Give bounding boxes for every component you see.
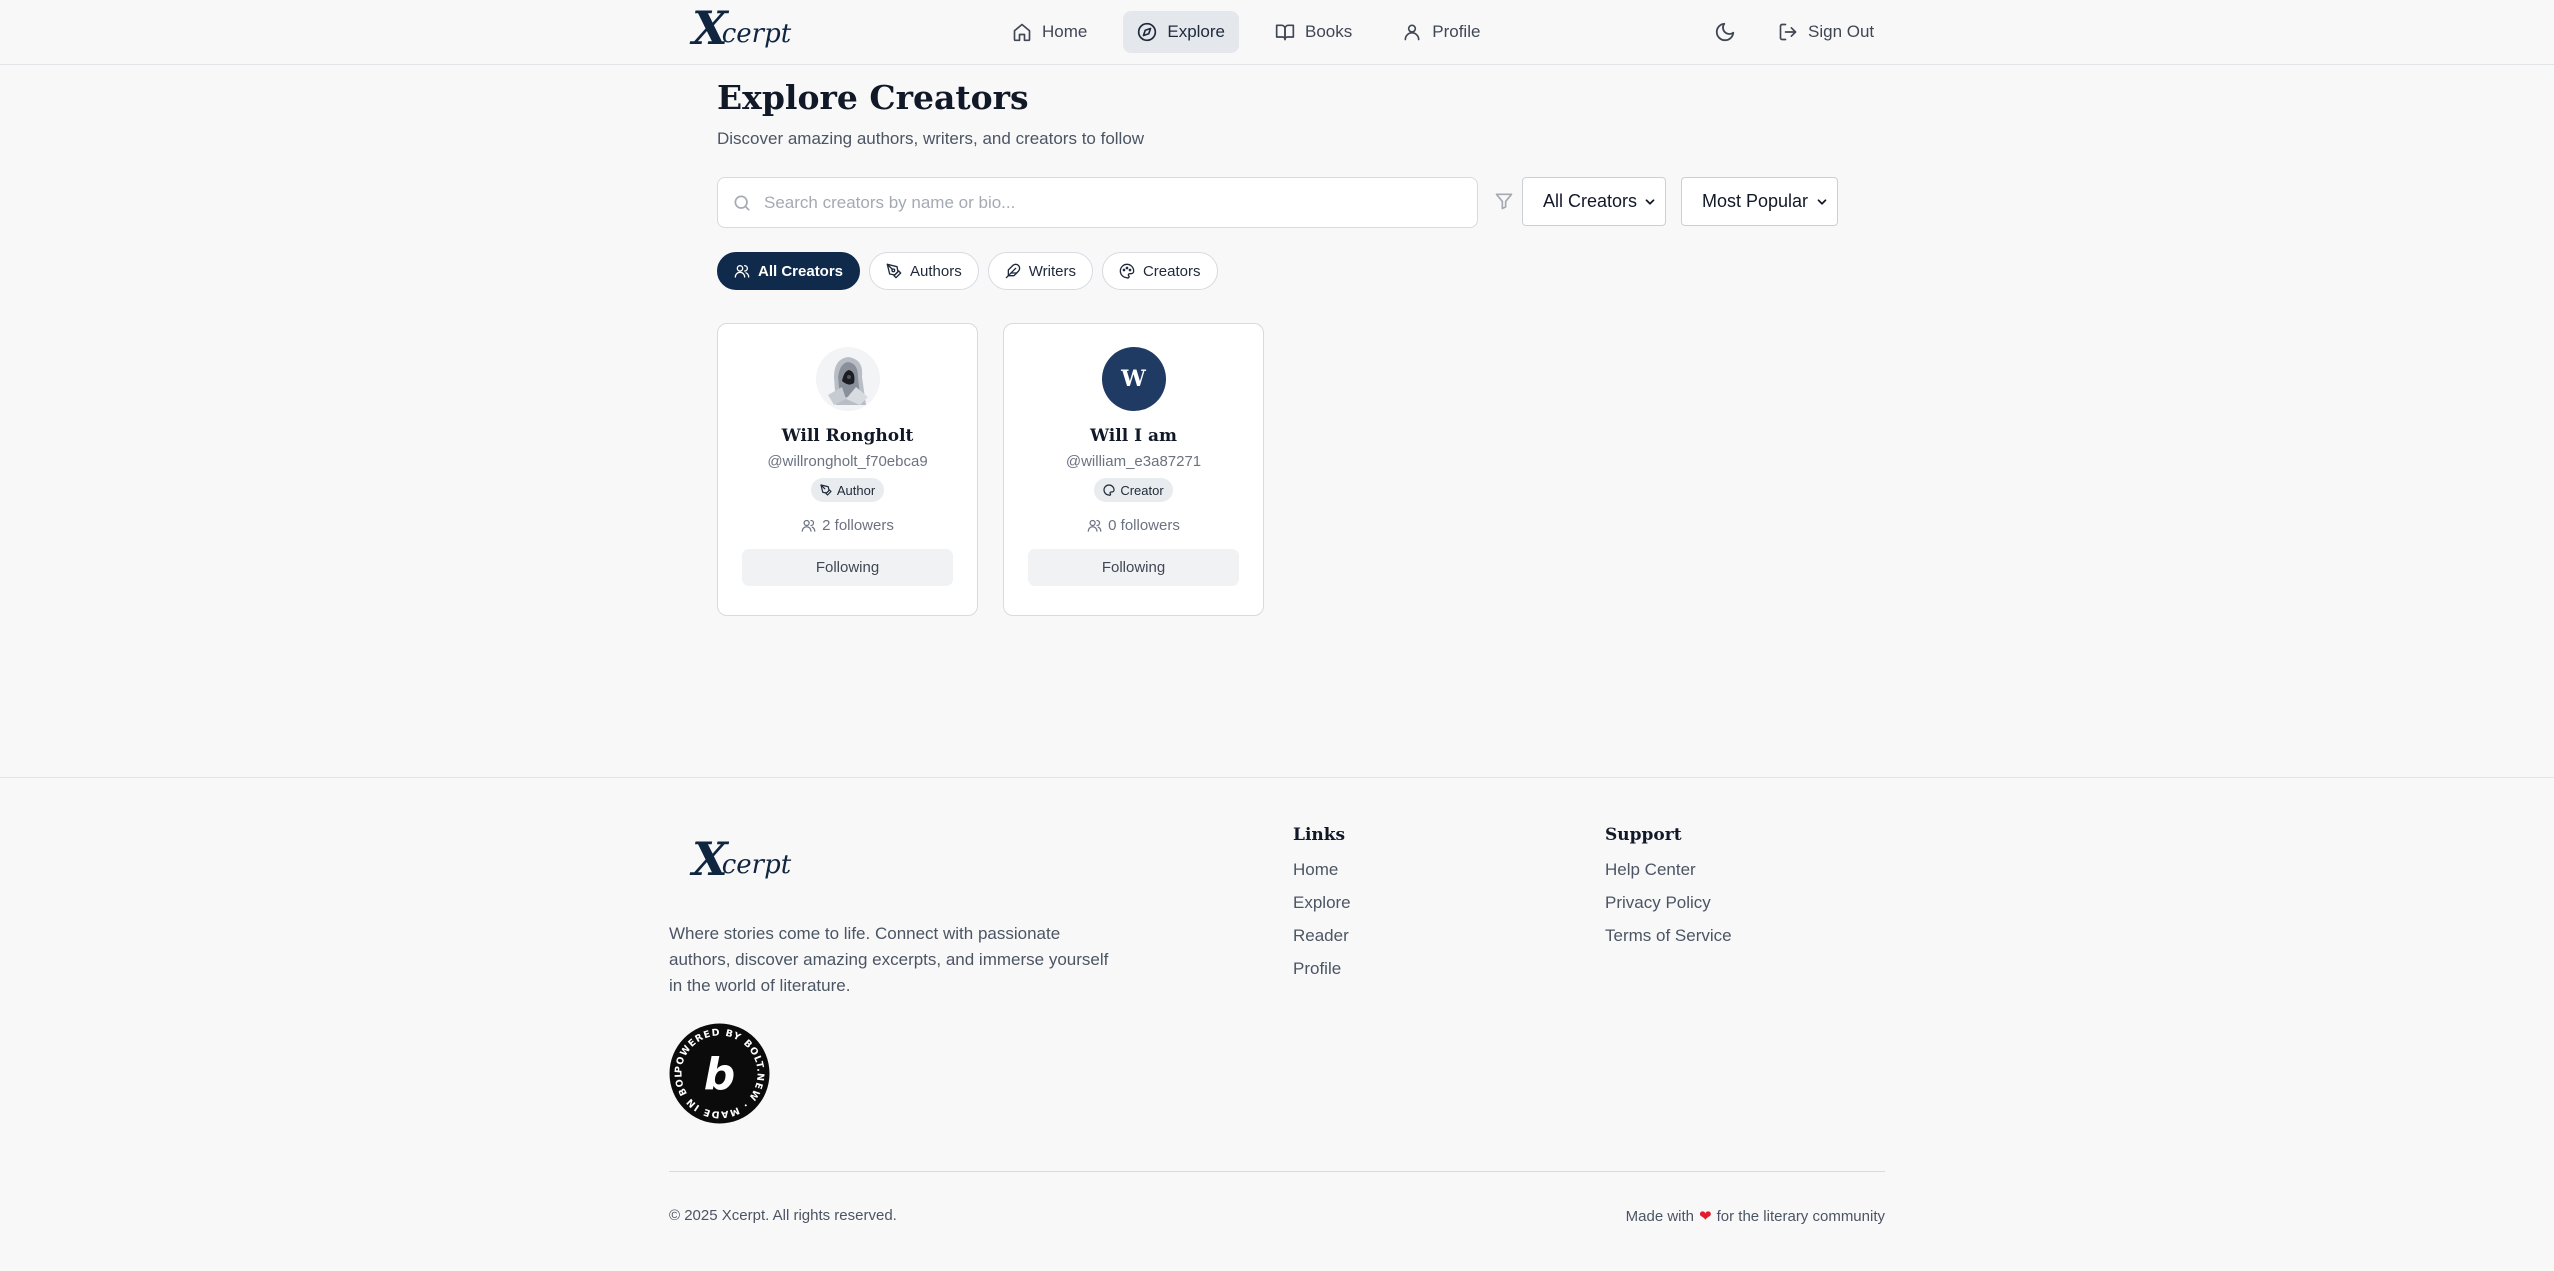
xcerpt-logo[interactable]: X cerpt [692,5,791,51]
users-icon [734,263,750,279]
footer-link-explore[interactable]: Explore [1293,893,1351,913]
sort-select[interactable]: Most Popular [1681,177,1838,226]
palette-icon [1119,263,1135,279]
xcerpt-logo: X cerpt [692,836,791,882]
logo-text: cerpt [721,850,792,880]
search-icon [732,193,752,213]
made-with-text: Made with ❤ for the literary community [1625,1207,1885,1226]
footer-link-privacy-policy[interactable]: Privacy Policy [1605,893,1732,913]
creator-name[interactable]: Will Rongholt [782,426,914,446]
nav-home-label: Home [1042,22,1088,41]
footer-divider [669,1171,1885,1172]
nav-home[interactable]: Home [998,11,1101,53]
nav-explore-label: Explore [1167,22,1225,41]
sign-out-button[interactable]: Sign Out [1774,11,1878,53]
book-open-icon [1275,22,1295,42]
footer-links-column: Links Home Explore Reader Profile [1293,825,1351,992]
follower-count: 2 followers [801,517,894,534]
top-navbar: X cerpt Home Explore Books Profile Sign … [0,0,2554,65]
main-nav: Home Explore Books Profile [998,11,1494,53]
search-input[interactable] [764,192,1477,213]
chip-writers[interactable]: Writers [987,252,1093,290]
search-field[interactable] [717,177,1478,228]
following-button[interactable]: Following [1028,549,1239,586]
user-icon [1402,22,1422,42]
footer-links-heading: Links [1293,825,1346,845]
nav-profile[interactable]: Profile [1388,11,1494,53]
chip-label: Creators [1142,262,1201,280]
creator-type-value: All Creators [1543,191,1638,211]
nav-explore[interactable]: Explore [1123,11,1239,53]
made-with-prefix: Made with [1625,1207,1695,1225]
follower-count: 0 followers [1087,517,1180,534]
site-footer: X cerpt Where stories come to life. Conn… [0,777,2554,1271]
role-label: Author [836,482,876,498]
nav-books[interactable]: Books [1261,11,1366,53]
page-subtitle: Discover amazing authors, writers, and c… [717,129,1145,148]
creator-grid: Will Rongholt @willrongholt_f70ebca9 Aut… [717,323,1264,616]
creator-handle: @william_e3a87271 [1065,453,1202,470]
logo-text: cerpt [721,19,792,49]
chip-label: Authors [910,262,962,280]
feather-icon [1005,263,1021,279]
role-badge: Author [810,478,885,502]
users-icon [1087,518,1102,533]
chip-label: Writers [1028,262,1076,280]
footer-link-home[interactable]: Home [1293,860,1351,880]
chip-creators[interactable]: Creators [1101,252,1218,290]
users-icon [801,518,816,533]
compass-icon [1137,22,1157,42]
follower-count-label: 0 followers [1108,517,1180,534]
category-chips: All Creators Authors Writers Creators [717,252,1218,290]
sort-value: Most Popular [1702,191,1809,211]
heart-icon: ❤ [1699,1208,1712,1225]
filter-icon [1494,191,1514,211]
chip-label: All Creators [758,262,844,280]
nav-books-label: Books [1305,22,1353,41]
pen-nib-icon [886,263,902,279]
bolt-badge-letter: b [704,1049,736,1100]
footer-support-column: Support Help Center Privacy Policy Terms… [1605,825,1732,959]
sign-out-label: Sign Out [1808,22,1875,41]
footer-link-reader[interactable]: Reader [1293,926,1351,946]
role-badge: Creator [1094,478,1173,502]
creator-card[interactable]: W Will I am @william_e3a87271 Creator 0 … [1003,323,1264,616]
log-out-icon [1778,22,1798,42]
creator-handle: @willrongholt_f70ebca9 [767,453,928,470]
footer-link-help-center[interactable]: Help Center [1605,860,1732,880]
footer-link-profile[interactable]: Profile [1293,959,1351,979]
avatar[interactable]: W [1101,347,1166,411]
footer-support-heading: Support [1605,825,1682,845]
page-title: Explore Creators [717,78,1029,117]
follower-count-label: 2 followers [822,517,894,534]
bolt-badge[interactable]: POWERED BY BOLT.NEW · MADE IN BOLT.NEW b [663,1015,770,1124]
chevron-down-icon [1643,195,1657,209]
chip-all-creators[interactable]: All Creators [717,252,861,290]
moon-icon [1714,21,1736,43]
footer-link-terms[interactable]: Terms of Service [1605,926,1732,946]
palette-icon [1103,484,1115,496]
avatar[interactable] [815,347,880,411]
copyright-text: © 2025 Xcerpt. All rights reserved. [669,1207,897,1224]
creator-card[interactable]: Will Rongholt @willrongholt_f70ebca9 Aut… [717,323,978,616]
creator-name[interactable]: Will I am [1090,426,1177,446]
following-button[interactable]: Following [742,549,953,586]
made-with-suffix: for the literary community [1716,1207,1885,1225]
footer-description: Where stories come to life. Connect with… [669,924,1109,995]
nav-profile-label: Profile [1432,22,1481,41]
theme-toggle-button[interactable] [1714,21,1736,43]
pen-nib-icon [820,484,832,496]
chip-authors[interactable]: Authors [869,252,979,290]
role-label: Creator [1120,482,1164,498]
chevron-down-icon [1815,195,1829,209]
home-icon [1012,22,1032,42]
creator-type-select[interactable]: All Creators [1522,177,1666,226]
